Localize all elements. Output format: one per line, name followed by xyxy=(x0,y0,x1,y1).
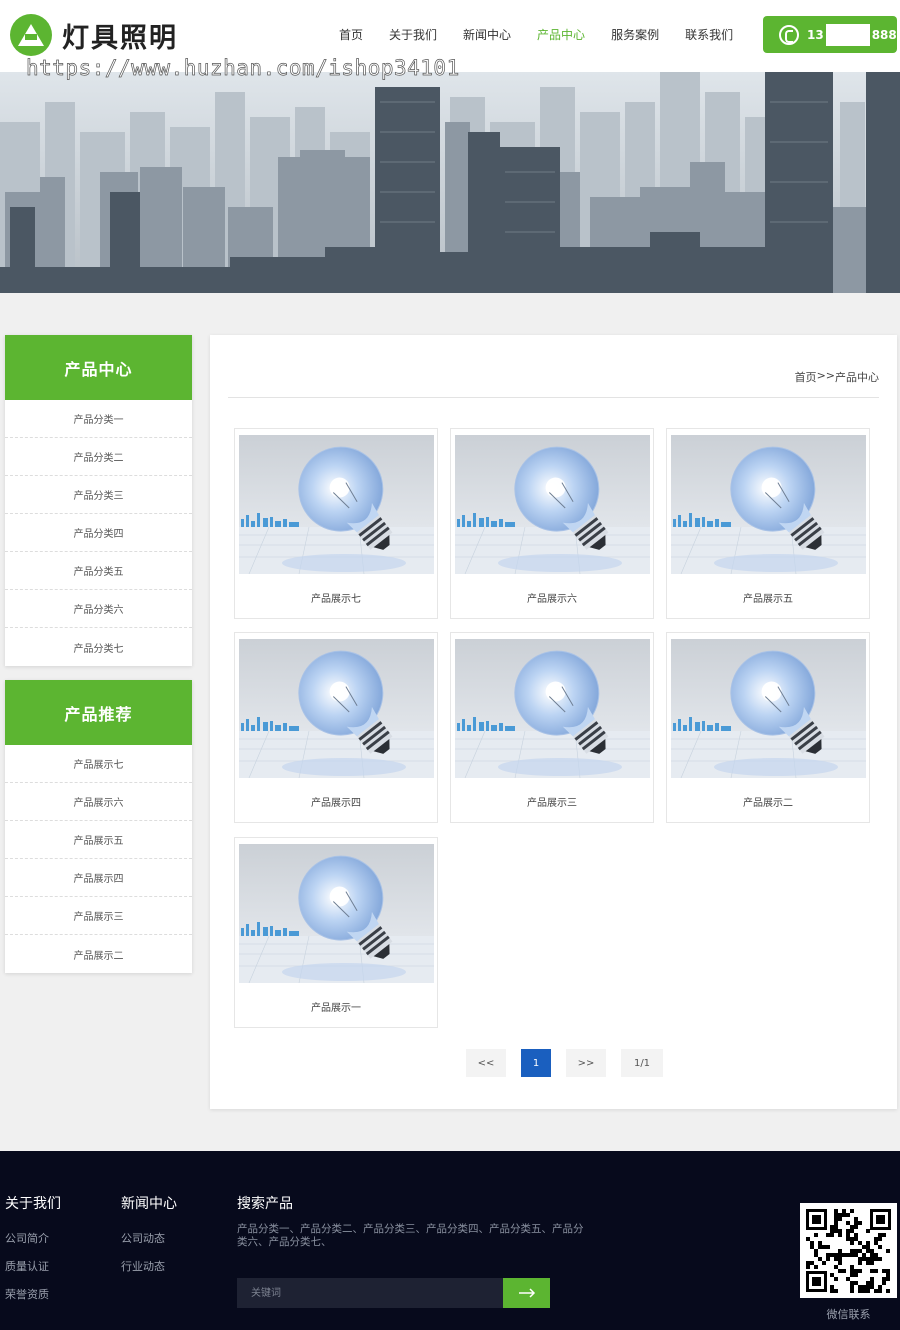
product-lightbulb-image[interactable] xyxy=(455,435,650,574)
product-card-title[interactable]: 产品展示五 xyxy=(667,590,869,605)
category-item[interactable]: 产品分类一 xyxy=(5,400,192,438)
product-card[interactable]: 产品展示七 xyxy=(234,428,438,619)
breadcrumb-home[interactable]: 首页 xyxy=(795,369,817,385)
product-card[interactable]: 产品展示二 xyxy=(666,632,870,823)
product-card-title[interactable]: 产品展示三 xyxy=(451,794,653,809)
city-banner xyxy=(0,72,900,293)
logo-text: 灯具照明 xyxy=(62,22,178,54)
breadcrumb-separator: >> xyxy=(816,369,835,382)
phone-icon xyxy=(779,24,799,45)
qr-caption: 微信联系 xyxy=(826,1308,871,1321)
main-nav: 首页 关于我们 新闻中心 产品中心 服务案例 联系我们 xyxy=(326,26,746,43)
nav-home[interactable]: 首页 xyxy=(339,26,363,43)
footer-link[interactable]: 荣誉资质 xyxy=(5,1286,61,1302)
product-list-panel: 首页 >> 产品中心 产品展示七 产品展示六 产品展示五 产品展示四 产品展示三… xyxy=(210,335,897,1109)
footer-category-list[interactable]: 产品分类一、产品分类二、产品分类三、产品分类四、产品分类五、产品分类六、产品分类… xyxy=(237,1223,589,1249)
site-footer: 关于我们 公司简介 质量认证 荣誉资质 新闻中心 公司动态 行业动态 搜索产品 … xyxy=(0,1151,900,1330)
category-panel-title: 产品中心 xyxy=(5,335,192,400)
product-lightbulb-image[interactable] xyxy=(671,639,866,778)
footer-news-title: 新闻中心 xyxy=(121,1196,177,1212)
product-card[interactable]: 产品展示三 xyxy=(450,632,654,823)
watermark-url: https://www.huzhan.com/ishop34101 xyxy=(26,56,460,81)
category-item[interactable]: 产品分类四 xyxy=(5,514,192,552)
category-item[interactable]: 产品分类三 xyxy=(5,476,192,514)
breadcrumb: 首页 >> 产品中心 xyxy=(795,369,879,385)
product-card-title[interactable]: 产品展示四 xyxy=(235,794,437,809)
phone-suffix: 888 xyxy=(871,27,897,42)
recommend-panel-title: 产品推荐 xyxy=(5,680,192,745)
skyline-illustration xyxy=(0,72,900,293)
footer-search-input[interactable] xyxy=(237,1278,503,1308)
phone-redaction xyxy=(825,23,870,46)
category-item[interactable]: 产品分类二 xyxy=(5,438,192,476)
product-lightbulb-image[interactable] xyxy=(455,639,650,778)
product-lightbulb-image[interactable] xyxy=(239,844,434,983)
recommend-item[interactable]: 产品展示三 xyxy=(5,897,192,935)
footer-about-title: 关于我们 xyxy=(5,1196,61,1212)
breadcrumb-current[interactable]: 产品中心 xyxy=(835,369,879,385)
logo-a-icon xyxy=(10,14,52,56)
footer-link[interactable]: 质量认证 xyxy=(5,1258,61,1274)
recommend-item[interactable]: 产品展示七 xyxy=(5,745,192,783)
qr-code-icon xyxy=(806,1209,891,1293)
product-category-panel: 产品中心 产品分类一 产品分类二 产品分类三 产品分类四 产品分类五 产品分类六… xyxy=(5,335,192,666)
pager-next[interactable]: >> xyxy=(566,1049,606,1077)
pager-summary: 1/1 xyxy=(621,1049,663,1077)
product-lightbulb-image[interactable] xyxy=(239,639,434,778)
product-recommend-panel: 产品推荐 产品展示七 产品展示六 产品展示五 产品展示四 产品展示三 产品展示二 xyxy=(5,680,192,973)
nav-about[interactable]: 关于我们 xyxy=(389,26,437,43)
product-card-title[interactable]: 产品展示一 xyxy=(235,999,437,1014)
pager-prev[interactable]: << xyxy=(466,1049,506,1077)
footer-about: 关于我们 公司简介 质量认证 荣誉资质 xyxy=(5,1193,61,1314)
pager-page-current[interactable]: 1 xyxy=(521,1049,551,1077)
category-item[interactable]: 产品分类六 xyxy=(5,590,192,628)
product-card[interactable]: 产品展示六 xyxy=(450,428,654,619)
footer-search-button[interactable] xyxy=(503,1278,550,1308)
breadcrumb-divider xyxy=(228,397,879,398)
product-lightbulb-image[interactable] xyxy=(239,435,434,574)
product-card-title[interactable]: 产品展示二 xyxy=(667,794,869,809)
nav-products[interactable]: 产品中心 xyxy=(537,26,585,43)
arrow-right-icon xyxy=(518,1288,535,1298)
footer-search-title: 搜索产品 xyxy=(237,1196,293,1212)
product-card[interactable]: 产品展示五 xyxy=(666,428,870,619)
recommend-item[interactable]: 产品展示五 xyxy=(5,821,192,859)
phone-prefix: 13 xyxy=(807,27,824,42)
product-card[interactable]: 产品展示四 xyxy=(234,632,438,823)
logo[interactable]: 灯具照明 xyxy=(10,14,178,56)
pagination: << 1 >> 1/1 xyxy=(466,1049,678,1077)
footer-link[interactable]: 行业动态 xyxy=(121,1258,177,1274)
nav-cases[interactable]: 服务案例 xyxy=(611,26,659,43)
footer-link[interactable]: 公司简介 xyxy=(5,1230,61,1246)
wechat-qr-code xyxy=(800,1203,897,1298)
product-lightbulb-image[interactable] xyxy=(671,435,866,574)
footer-news: 新闻中心 公司动态 行业动态 xyxy=(121,1193,177,1286)
recommend-item[interactable]: 产品展示六 xyxy=(5,783,192,821)
category-item[interactable]: 产品分类五 xyxy=(5,552,192,590)
nav-contact[interactable]: 联系我们 xyxy=(685,26,733,43)
recommend-item[interactable]: 产品展示二 xyxy=(5,935,192,973)
product-card-title[interactable]: 产品展示六 xyxy=(451,590,653,605)
recommend-item[interactable]: 产品展示四 xyxy=(5,859,192,897)
product-card-title[interactable]: 产品展示七 xyxy=(235,590,437,605)
nav-news[interactable]: 新闻中心 xyxy=(463,26,511,43)
category-item[interactable]: 产品分类七 xyxy=(5,628,192,666)
footer-link[interactable]: 公司动态 xyxy=(121,1230,177,1246)
product-card[interactable]: 产品展示一 xyxy=(234,837,438,1028)
phone-button[interactable]: 13 888 xyxy=(763,16,897,53)
